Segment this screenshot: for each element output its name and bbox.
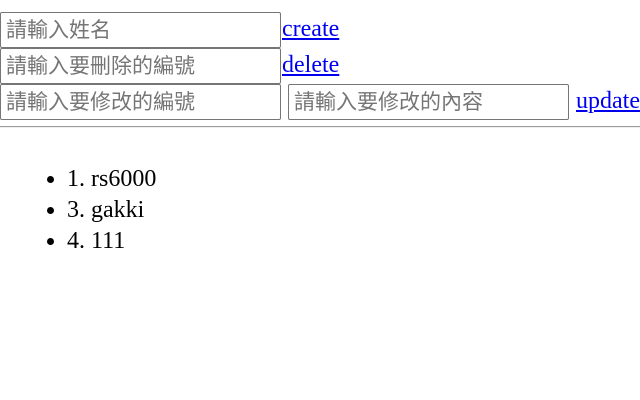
name-input[interactable]	[0, 12, 281, 48]
record-list: 1. rs6000 3. gakki 4. 111	[0, 164, 156, 257]
list-item: 3. gakki	[67, 195, 156, 226]
list-item: 1. rs6000	[67, 164, 156, 195]
update-content-input[interactable]	[288, 84, 569, 120]
horizontal-divider	[0, 126, 640, 128]
delete-id-input[interactable]	[0, 48, 281, 84]
create-link[interactable]: create	[282, 13, 339, 45]
list-item: 4. 111	[67, 226, 156, 257]
delete-link[interactable]: delete	[282, 49, 339, 81]
update-link[interactable]: update	[576, 85, 640, 117]
update-id-input[interactable]	[0, 84, 281, 120]
